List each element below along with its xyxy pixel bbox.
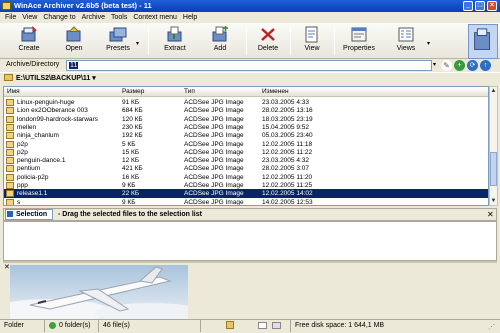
column-size[interactable]: Размер bbox=[122, 88, 144, 95]
properties-button[interactable]: Properties bbox=[342, 25, 376, 57]
status-files: 46 file(s) bbox=[103, 322, 130, 329]
status-list-icon[interactable] bbox=[272, 322, 281, 329]
add-button[interactable]: Add bbox=[206, 25, 234, 57]
window-title: WinAce Archiver v2.6b5 (beta test) - 11 bbox=[14, 1, 152, 10]
status-separator bbox=[98, 320, 99, 332]
scroll-thumb[interactable] bbox=[490, 152, 497, 186]
preview-image bbox=[10, 265, 188, 319]
add-files-icon bbox=[212, 26, 228, 42]
views-dropdown-icon[interactable]: ▾ bbox=[427, 40, 430, 47]
jpg-file-icon bbox=[6, 173, 14, 181]
menu-help[interactable]: Help bbox=[180, 14, 200, 21]
maximize-button[interactable]: □ bbox=[475, 1, 485, 11]
delete-icon bbox=[261, 28, 275, 41]
properties-icon bbox=[351, 27, 367, 42]
jpg-file-icon bbox=[6, 132, 14, 140]
jpg-file-icon bbox=[6, 190, 14, 198]
status-free-space: Free disk space: 1 644,1 MB bbox=[295, 322, 385, 329]
column-name[interactable]: Имя bbox=[7, 88, 20, 95]
extract-icon bbox=[167, 26, 182, 42]
jpg-file-icon bbox=[6, 157, 14, 165]
jpg-file-icon bbox=[6, 115, 14, 123]
toolbar-separator bbox=[334, 27, 335, 55]
jpg-file-icon bbox=[6, 99, 14, 106]
address-input[interactable]: 11 bbox=[66, 60, 432, 71]
status-view-icon[interactable] bbox=[258, 322, 267, 329]
menu-tools[interactable]: Tools bbox=[108, 14, 130, 21]
create-button[interactable]: Create bbox=[14, 25, 44, 57]
column-modified[interactable]: Изменен bbox=[262, 88, 289, 95]
status-folder-icon bbox=[226, 321, 234, 329]
list-header: Имя Размер Тип Изменен bbox=[4, 87, 488, 97]
up-folder-icon[interactable]: ↑ bbox=[480, 60, 491, 71]
toolbar-separator bbox=[148, 27, 149, 55]
menu-file[interactable]: File bbox=[2, 14, 19, 21]
explorer-mode-button[interactable] bbox=[468, 24, 498, 59]
status-separator bbox=[44, 320, 45, 332]
view-button[interactable]: View bbox=[298, 25, 326, 57]
file-list[interactable]: Имя Размер Тип Изменен Linux-penguin-hug… bbox=[3, 86, 489, 206]
delete-button[interactable]: Delete bbox=[254, 25, 282, 57]
selection-hint: - Drag the selected files to the selecti… bbox=[58, 211, 202, 218]
archive-explorer-icon bbox=[474, 28, 490, 50]
menu-bar: File View Change to Archive Tools Contex… bbox=[0, 12, 500, 23]
presets-icon bbox=[109, 27, 127, 42]
status-mode: Folder bbox=[4, 322, 24, 329]
jpg-file-icon bbox=[6, 182, 14, 189]
views-icon bbox=[398, 27, 414, 42]
status-ok-icon bbox=[49, 322, 56, 329]
file-modified: 14.02.2005 12:53 bbox=[262, 198, 313, 206]
column-type[interactable]: Тип bbox=[184, 88, 195, 95]
file-type: ACDSee JPG Image bbox=[184, 198, 244, 206]
toolbar-separator bbox=[290, 27, 291, 55]
jpg-file-icon bbox=[6, 123, 14, 131]
presets-dropdown-icon[interactable]: ▾ bbox=[136, 40, 139, 47]
toolbar-separator bbox=[246, 27, 247, 55]
address-label: Archive/Directory bbox=[6, 61, 60, 68]
open-archive-icon bbox=[66, 26, 81, 42]
menu-change-to[interactable]: Change to bbox=[40, 14, 78, 21]
presets-button[interactable]: Presets ▾ bbox=[104, 25, 139, 57]
preview-close-icon[interactable]: ✕ bbox=[4, 263, 10, 271]
close-button[interactable]: × bbox=[487, 1, 497, 11]
status-separator bbox=[290, 320, 291, 332]
vertical-scrollbar[interactable] bbox=[489, 86, 498, 206]
file-size: 9 КБ bbox=[122, 198, 136, 206]
jpg-file-icon bbox=[6, 107, 14, 115]
views-button[interactable]: Views ▾ bbox=[392, 25, 430, 57]
file-name: s bbox=[17, 198, 21, 206]
status-folders: 0 folder(s) bbox=[59, 322, 91, 329]
open-button[interactable]: Open bbox=[60, 25, 88, 57]
address-dropdown-icon[interactable]: ▾ bbox=[433, 61, 436, 68]
view-icon bbox=[305, 26, 318, 43]
menu-view[interactable]: View bbox=[19, 14, 40, 21]
extract-button[interactable]: Extract bbox=[160, 25, 190, 57]
menu-archive[interactable]: Archive bbox=[79, 14, 108, 21]
jpg-file-icon bbox=[6, 198, 14, 205]
current-path[interactable]: E:\UTILS2\BACKUP\11 ▾ bbox=[16, 74, 96, 82]
selection-icon bbox=[7, 211, 13, 217]
toolbar: Create Open Presets ▾ Extract Add Delete… bbox=[0, 23, 500, 59]
scroll-down-icon[interactable]: ▼ bbox=[490, 197, 497, 205]
resize-grip-icon[interactable]: ⋰ bbox=[488, 323, 495, 331]
jpg-file-icon bbox=[6, 165, 14, 173]
address-value: 11 bbox=[69, 62, 79, 69]
app-icon bbox=[2, 2, 11, 10]
scroll-up-icon[interactable]: ▲ bbox=[490, 87, 497, 95]
refresh-icon[interactable]: ⟳ bbox=[467, 60, 478, 71]
menu-context[interactable]: Context menu bbox=[130, 14, 180, 21]
title-bar: WinAce Archiver v2.6b5 (beta test) - 11 … bbox=[0, 0, 500, 12]
selection-list[interactable] bbox=[3, 221, 497, 261]
list-item[interactable]: s 9 КБ ACDSee JPG Image 14.02.2005 12:53 bbox=[4, 198, 488, 206]
minimize-button[interactable]: _ bbox=[463, 1, 473, 11]
jpg-file-icon bbox=[6, 148, 14, 156]
selection-close-icon[interactable]: ✕ bbox=[487, 210, 494, 219]
clear-address-icon[interactable]: ✎ bbox=[441, 60, 452, 71]
status-separator bbox=[200, 320, 201, 332]
go-icon[interactable]: + bbox=[454, 60, 465, 71]
create-archive-icon bbox=[21, 26, 37, 42]
folder-icon bbox=[4, 74, 13, 81]
jpg-file-icon bbox=[6, 140, 14, 148]
